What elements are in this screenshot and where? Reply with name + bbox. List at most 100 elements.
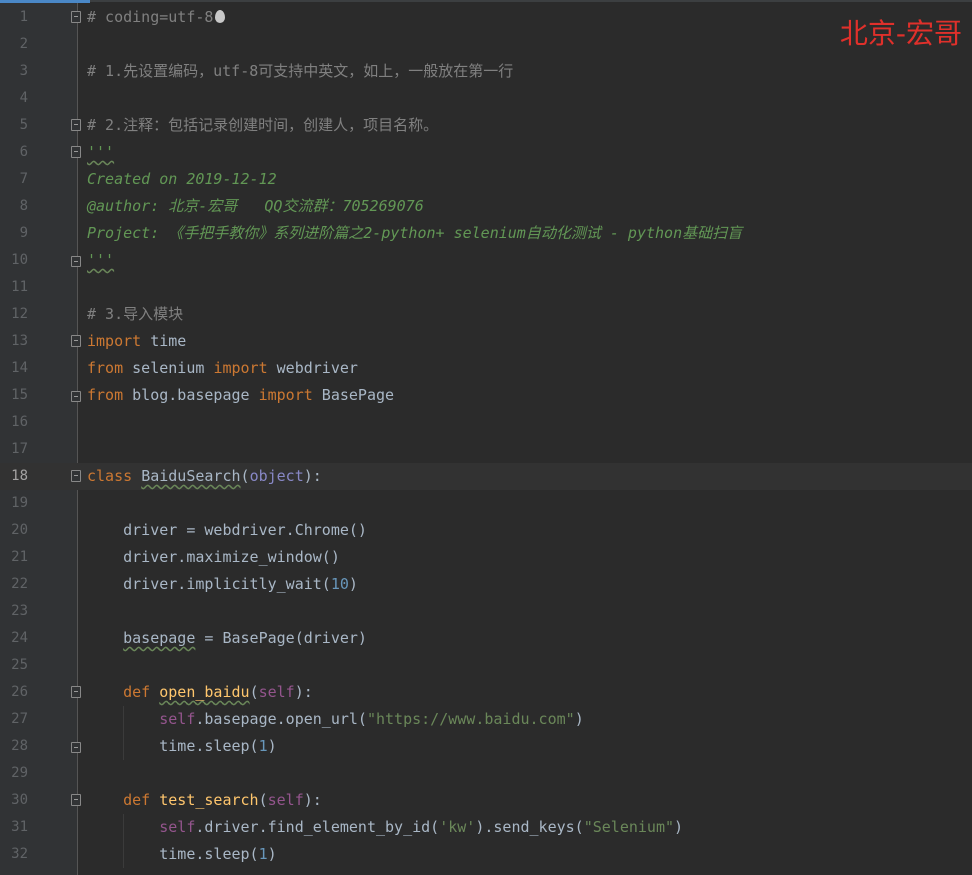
code-text: import time bbox=[87, 328, 186, 355]
code-text: Project: 《手把手教你》系列进阶篇之2-python+ selenium… bbox=[87, 220, 742, 247]
code-token: ( bbox=[240, 467, 250, 485]
code-token: def bbox=[123, 791, 151, 809]
code-text: @author: 北京-宏哥 QQ交流群：705269076 bbox=[87, 193, 424, 220]
code-line[interactable]: 6 ''' bbox=[0, 139, 972, 166]
code-line[interactable]: 25 bbox=[0, 652, 972, 679]
code-token: self bbox=[258, 683, 295, 701]
line-number: 31 bbox=[11, 819, 28, 835]
code-line[interactable]: 16 bbox=[0, 409, 972, 436]
code-token: ): bbox=[303, 791, 322, 809]
flame-icon bbox=[215, 10, 226, 23]
code-token: = BasePage(driver) bbox=[195, 629, 367, 647]
code-text: class BaiduSearch(object): bbox=[87, 463, 322, 490]
code-token: open_baidu bbox=[159, 683, 250, 701]
code-token: driver.maximize_window() bbox=[87, 548, 340, 566]
code-line[interactable]: 5 # 2.注释：包括记录创建时间，创建人，项目名称。 bbox=[0, 112, 972, 139]
code-line[interactable]: 14 from selenium import webdriver bbox=[0, 355, 972, 382]
code-line[interactable]: 18 class BaiduSearch(object): bbox=[0, 463, 972, 490]
code-token: ( bbox=[258, 791, 268, 809]
fold-toggle-icon[interactable] bbox=[71, 794, 81, 806]
code-line[interactable]: 12 # 3.导入模块 bbox=[0, 301, 972, 328]
code-text: # 1.先设置编码，utf-8可支持中英文，如上，一般放在第一行 bbox=[87, 58, 513, 85]
code-token: def bbox=[123, 683, 151, 701]
code-token: BaiduSearch bbox=[141, 467, 241, 485]
code-token: .driver.find_element_by_id( bbox=[195, 818, 440, 836]
fold-toggle-icon[interactable] bbox=[71, 146, 81, 158]
code-text: # 2.注释：包括记录创建时间，创建人，项目名称。 bbox=[87, 112, 438, 139]
code-token: self bbox=[267, 791, 304, 809]
fold-toggle-icon[interactable] bbox=[71, 686, 81, 698]
line-number: 12 bbox=[11, 306, 28, 322]
code-line[interactable]: 27 self.basepage.open_url("https://www.b… bbox=[0, 706, 972, 733]
code-token: ) bbox=[574, 710, 584, 728]
code-text: self.driver.find_element_by_id('kw').sen… bbox=[87, 814, 683, 841]
fold-toggle-icon[interactable] bbox=[71, 470, 81, 482]
code-line[interactable]: 22 driver.implicitly_wait(10) bbox=[0, 571, 972, 598]
code-line[interactable]: 10 ''' bbox=[0, 247, 972, 274]
line-number: 25 bbox=[11, 657, 28, 673]
code-token: driver = webdriver.Chrome() bbox=[87, 521, 367, 539]
code-token: Created on 2019-12-12 bbox=[87, 170, 277, 188]
line-number: 5 bbox=[19, 117, 28, 133]
code-text: time.sleep(1) bbox=[87, 733, 276, 760]
line-number: 32 bbox=[11, 846, 28, 862]
code-token: # 2.注释：包括记录创建时间，创建人，项目名称。 bbox=[87, 116, 439, 134]
code-line[interactable]: 20 driver = webdriver.Chrome() bbox=[0, 517, 972, 544]
code-token: "https://www.baidu.com" bbox=[366, 710, 575, 728]
line-number: 6 bbox=[19, 144, 28, 160]
code-line[interactable]: 7 Created on 2019-12-12 bbox=[0, 166, 972, 193]
code-token: ''' bbox=[87, 143, 115, 161]
fold-toggle-icon[interactable] bbox=[71, 335, 81, 347]
line-number: 27 bbox=[11, 711, 28, 727]
code-line[interactable]: 29 bbox=[0, 760, 972, 787]
code-line[interactable]: 15 from blog.basepage import BasePage bbox=[0, 382, 972, 409]
line-number: 2 bbox=[19, 36, 28, 52]
code-token: 10 bbox=[330, 575, 349, 593]
code-line[interactable]: 4 bbox=[0, 85, 972, 112]
line-number: 22 bbox=[11, 576, 28, 592]
fold-toggle-icon[interactable] bbox=[71, 742, 81, 753]
code-token: self bbox=[159, 818, 196, 836]
code-line[interactable]: 11 bbox=[0, 274, 972, 301]
code-token: import bbox=[213, 359, 268, 377]
code-line[interactable]: 24 basepage = BasePage(driver) bbox=[0, 625, 972, 652]
code-text: Created on 2019-12-12 bbox=[87, 166, 277, 193]
line-number: 17 bbox=[11, 441, 28, 457]
code-line[interactable]: 26 def open_baidu(self): bbox=[0, 679, 972, 706]
code-token: import bbox=[258, 386, 313, 404]
code-token: blog.basepage bbox=[123, 386, 259, 404]
code-line[interactable]: 1 # coding=utf-8 bbox=[0, 4, 972, 31]
code-line[interactable]: 28 time.sleep(1) bbox=[0, 733, 972, 760]
code-text: # coding=utf-8 bbox=[87, 4, 226, 31]
code-line[interactable]: 17 bbox=[0, 436, 972, 463]
line-number: 30 bbox=[11, 792, 28, 808]
fold-toggle-icon[interactable] bbox=[71, 256, 81, 267]
code-text: self.basepage.open_url("https://www.baid… bbox=[87, 706, 584, 733]
code-token: ( bbox=[249, 683, 259, 701]
line-number: 13 bbox=[11, 333, 28, 349]
code-line[interactable]: 32 time.sleep(1) bbox=[0, 841, 972, 868]
code-line[interactable]: 31 self.driver.find_element_by_id('kw').… bbox=[0, 814, 972, 841]
code-line[interactable]: 8 @author: 北京-宏哥 QQ交流群：705269076 bbox=[0, 193, 972, 220]
code-line[interactable]: 3 # 1.先设置编码，utf-8可支持中英文，如上，一般放在第一行 bbox=[0, 58, 972, 85]
code-line[interactable]: 2 bbox=[0, 31, 972, 58]
fold-toggle-icon[interactable] bbox=[71, 119, 81, 131]
code-line[interactable]: 19 bbox=[0, 490, 972, 517]
code-line[interactable]: 23 bbox=[0, 598, 972, 625]
fold-toggle-icon[interactable] bbox=[71, 11, 81, 23]
code-line[interactable]: 30 def test_search(self): bbox=[0, 787, 972, 814]
code-line[interactable]: 21 driver.maximize_window() bbox=[0, 544, 972, 571]
code-line[interactable]: 9 Project: 《手把手教你》系列进阶篇之2-python+ seleniu… bbox=[0, 220, 972, 247]
code-line[interactable]: 13 import time bbox=[0, 328, 972, 355]
fold-toggle-icon[interactable] bbox=[71, 391, 81, 402]
line-number: 29 bbox=[11, 765, 28, 781]
code-token: self bbox=[159, 710, 196, 728]
code-editor[interactable]: 1 # coding=utf-8 2 3 # 1.先设置编码，utf-8可支持中英文，如… bbox=[0, 4, 972, 868]
code-token: 'kw' bbox=[439, 818, 476, 836]
line-number: 4 bbox=[19, 90, 28, 106]
